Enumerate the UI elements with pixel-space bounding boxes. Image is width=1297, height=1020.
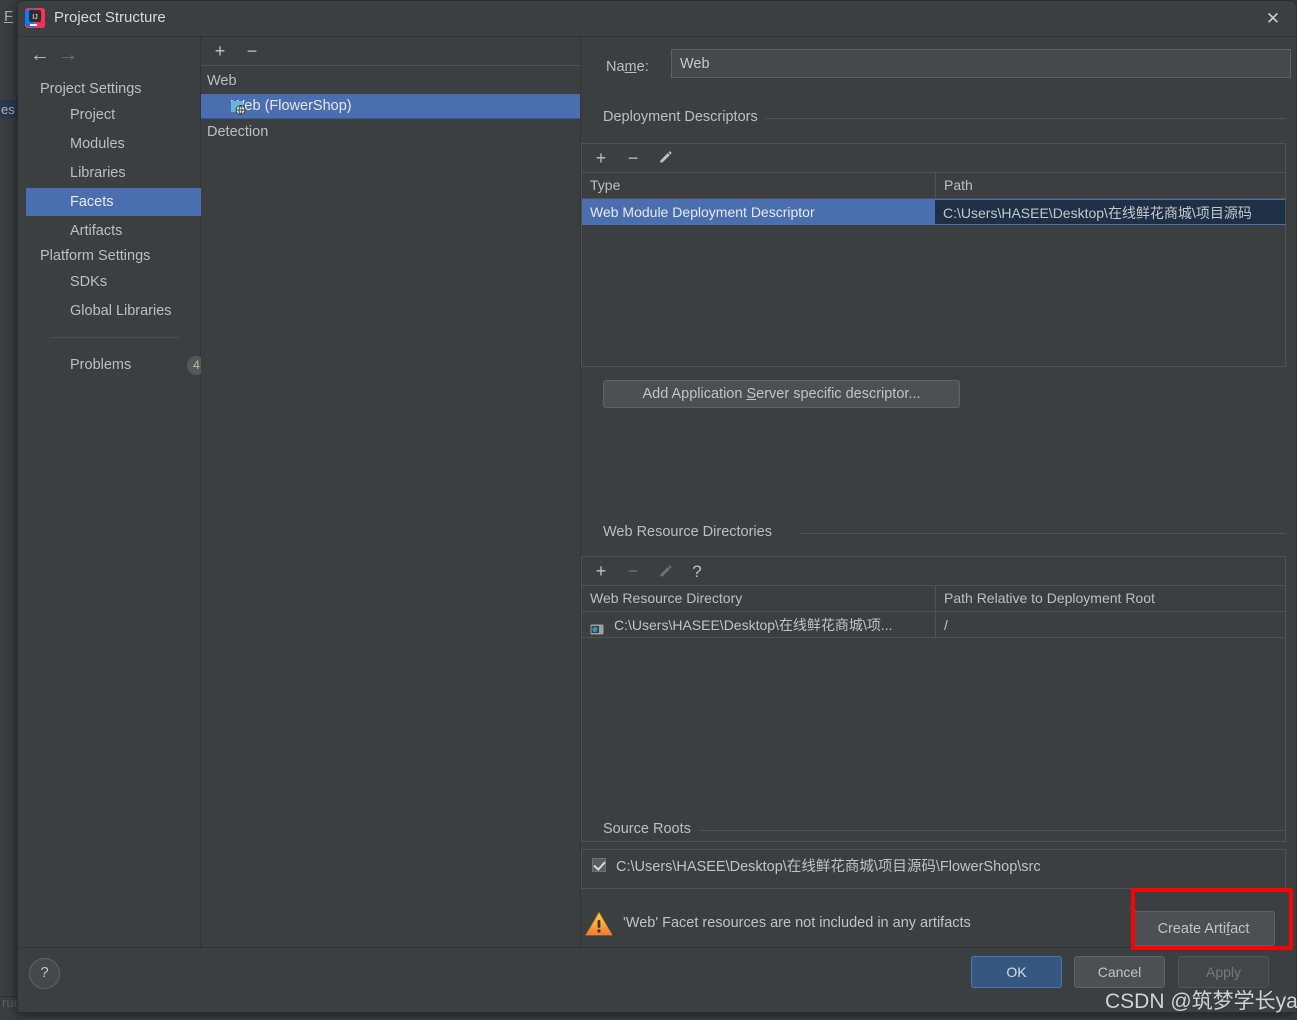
ok-button[interactable]: OK bbox=[971, 956, 1062, 988]
deployment-descriptors-table-header: Type Path bbox=[582, 173, 1285, 199]
facet-list-item-label: Web bbox=[207, 73, 237, 89]
source-roots-list: C:\Users\HASEE\Desktop\在线鲜花商城\项目源码\Flowe… bbox=[581, 849, 1286, 889]
sidebar-item-global-libraries[interactable]: Global Libraries bbox=[26, 297, 209, 325]
folder-web-icon bbox=[590, 618, 605, 635]
web-resource-directories-group-header: Web Resource Directories bbox=[603, 524, 1286, 540]
sidebar-item-modules[interactable]: Modules bbox=[26, 130, 209, 158]
cancel-button[interactable]: Cancel bbox=[1074, 956, 1165, 988]
group-divider-line bbox=[699, 830, 1286, 831]
column-header-type[interactable]: Type bbox=[582, 173, 935, 198]
minus-icon: − bbox=[627, 561, 639, 581]
add-application-server-descriptor-button[interactable]: Add Application Server specific descript… bbox=[603, 380, 960, 408]
sidebar-item-facets[interactable]: Facets bbox=[26, 188, 218, 216]
settings-sidebar: ← → Project Settings Project Modules Lib… bbox=[18, 37, 218, 948]
name-input[interactable] bbox=[671, 49, 1291, 78]
arrow-left-icon[interactable]: ← bbox=[30, 45, 50, 65]
sidebar-divider bbox=[50, 337, 180, 338]
facet-list-item-web-flowershop[interactable]: Web (FlowerShop) bbox=[201, 94, 580, 119]
table-row[interactable]: C:\Users\HASEE\Desktop\在线鲜花商城\项... / bbox=[582, 612, 1285, 638]
facet-list-item-label: Detection bbox=[207, 124, 269, 140]
plus-icon[interactable]: + bbox=[590, 148, 612, 170]
dialog-titlebar: IJ Project Structure ✕ bbox=[18, 1, 1296, 37]
facet-list-toolbar: + − bbox=[201, 37, 580, 66]
create-artifact-button[interactable]: Create Artifact bbox=[1132, 911, 1275, 946]
pencil-icon[interactable] bbox=[654, 148, 676, 170]
deployment-descriptors-title: Deployment Descriptors bbox=[603, 109, 766, 125]
arrow-right-icon[interactable]: → bbox=[58, 45, 78, 65]
question-icon[interactable]: ? bbox=[29, 958, 60, 989]
sidebar-item-label: SDKs bbox=[70, 274, 108, 290]
sidebar-item-label: Artifacts bbox=[70, 223, 123, 239]
sidebar-group-project-settings: Project Settings bbox=[40, 81, 142, 97]
column-header-web-resource-directory[interactable]: Web Resource Directory bbox=[582, 586, 935, 611]
warning-triangle-icon bbox=[585, 911, 613, 937]
facet-list-item-web-group[interactable]: Web bbox=[201, 69, 580, 94]
cell-descriptor-path: C:\Users\HASEE\Desktop\在线鲜花商城\项目源码 bbox=[935, 199, 1285, 225]
sidebar-item-label: Libraries bbox=[70, 165, 126, 181]
minus-icon[interactable]: − bbox=[241, 41, 263, 63]
svg-text:IJ: IJ bbox=[32, 14, 37, 21]
group-divider-line bbox=[799, 533, 1286, 534]
apply-button: Apply bbox=[1178, 956, 1269, 988]
sidebar-item-sdks[interactable]: SDKs bbox=[26, 268, 209, 296]
close-icon[interactable]: ✕ bbox=[1250, 1, 1296, 36]
table-row[interactable]: Web Module Deployment Descriptor C:\User… bbox=[582, 199, 1285, 225]
group-divider-line bbox=[763, 118, 1286, 119]
sidebar-item-libraries[interactable]: Libraries bbox=[26, 159, 209, 187]
sidebar-item-label: Global Libraries bbox=[70, 303, 172, 319]
source-root-path: C:\Users\HASEE\Desktop\在线鲜花商城\项目源码\Flowe… bbox=[616, 859, 1041, 875]
background-file-menu[interactable]: F bbox=[4, 8, 13, 25]
facet-details-panel: Name: Deployment Descriptors + − bbox=[581, 37, 1296, 948]
facet-warning-message: 'Web' Facet resources are not included i… bbox=[623, 915, 971, 931]
deployment-descriptors-group-header: Deployment Descriptors bbox=[603, 109, 1286, 125]
deployment-descriptors-toolbar: + − bbox=[581, 143, 1286, 172]
sidebar-group-platform-settings: Platform Settings bbox=[40, 248, 151, 264]
sidebar-item-artifacts[interactable]: Artifacts bbox=[26, 217, 209, 245]
sidebar-nav-arrows: ← → bbox=[18, 37, 200, 73]
facet-list-item-detection[interactable]: Detection bbox=[201, 120, 580, 145]
facet-list-item-label: Web (FlowerShop) bbox=[231, 98, 352, 114]
sidebar-item-label: Problems bbox=[70, 357, 132, 373]
pencil-icon bbox=[654, 561, 676, 583]
cell-web-resource-directory: C:\Users\HASEE\Desktop\在线鲜花商城\项... bbox=[614, 617, 893, 633]
web-resource-directories-title: Web Resource Directories bbox=[603, 524, 780, 540]
column-header-path-relative[interactable]: Path Relative to Deployment Root bbox=[936, 586, 1285, 611]
sidebar-item-label: Project bbox=[70, 107, 116, 123]
cell-path-relative: / bbox=[944, 617, 948, 633]
plus-icon[interactable]: + bbox=[590, 561, 612, 583]
web-resource-directories-table-header: Web Resource Directory Path Relative to … bbox=[582, 586, 1285, 612]
web-facet-icon bbox=[231, 99, 246, 115]
sidebar-item-project[interactable]: Project bbox=[26, 101, 209, 129]
web-resource-directories-toolbar: + − ? bbox=[581, 556, 1286, 585]
deployment-descriptors-table: Type Path Web Module Deployment Descript… bbox=[581, 172, 1286, 367]
facet-list-panel: + − Web Web (FlowerShop) Detection bbox=[201, 37, 581, 948]
source-root-checkbox[interactable] bbox=[592, 858, 606, 872]
question-icon[interactable]: ? bbox=[686, 561, 708, 583]
sidebar-item-problems[interactable]: Problems 4 bbox=[26, 351, 218, 379]
dialog-title: Project Structure bbox=[54, 9, 166, 26]
column-header-path[interactable]: Path bbox=[936, 173, 1285, 198]
background-left-toolwindow-tab[interactable]: es bbox=[0, 100, 17, 119]
facet-warning-bar: 'Web' Facet resources are not included i… bbox=[581, 903, 1286, 949]
sidebar-item-label: Modules bbox=[70, 136, 125, 152]
name-label: Name: bbox=[606, 59, 649, 75]
source-roots-title: Source Roots bbox=[603, 821, 699, 837]
watermark-text: CSDN @筑梦学长ya bbox=[1105, 990, 1297, 1013]
cell-descriptor-type: Web Module Deployment Descriptor bbox=[582, 199, 935, 225]
project-structure-dialog: IJ Project Structure ✕ ← → Project Setti… bbox=[17, 0, 1297, 1013]
source-roots-group-header: Source Roots bbox=[603, 821, 1286, 837]
plus-icon[interactable]: + bbox=[209, 41, 231, 63]
intellij-idea-icon: IJ bbox=[24, 7, 46, 29]
web-resource-directories-table: Web Resource Directory Path Relative to … bbox=[581, 585, 1286, 842]
sidebar-item-label: Facets bbox=[70, 194, 114, 210]
minus-icon[interactable]: − bbox=[622, 148, 644, 170]
